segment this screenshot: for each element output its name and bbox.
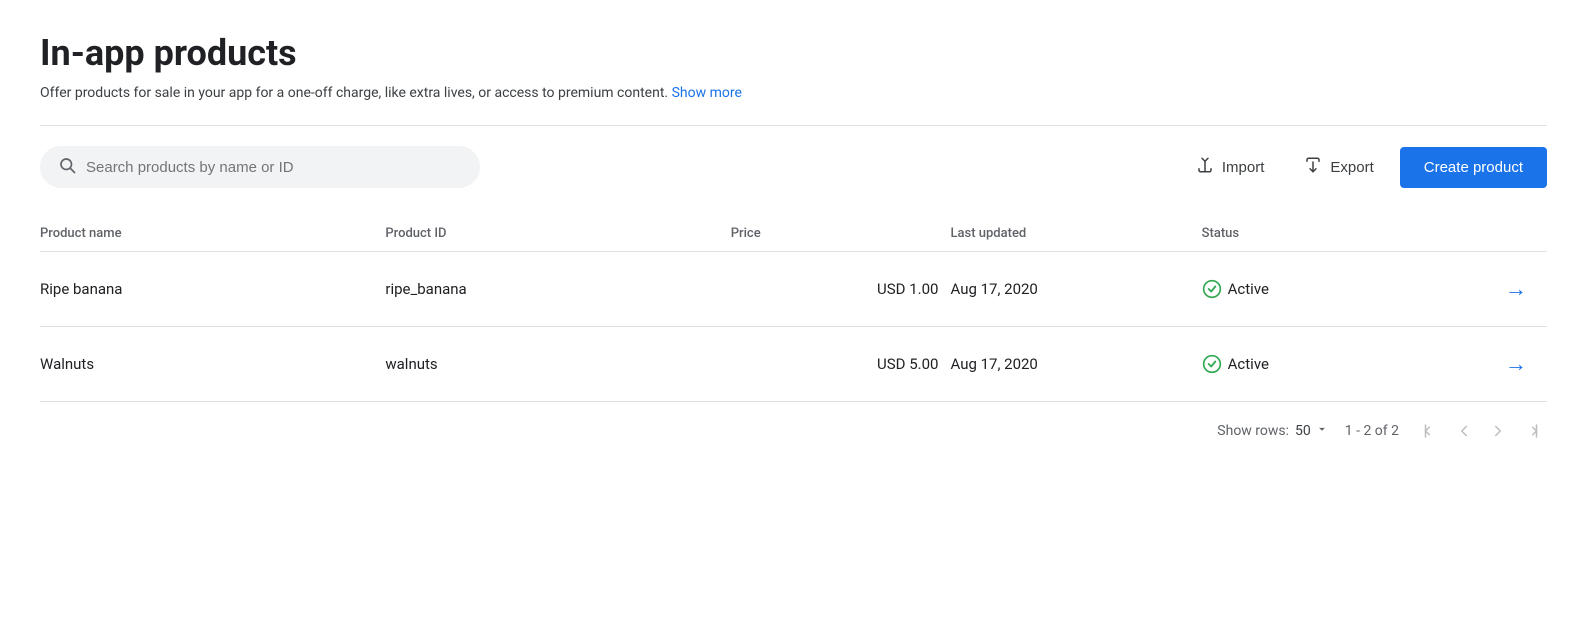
next-page-button[interactable] bbox=[1483, 418, 1513, 444]
table-footer: Show rows: 50 1 - 2 of 2 bbox=[40, 402, 1547, 452]
page-container: In-app products Offer products for sale … bbox=[0, 0, 1587, 476]
cell-name-0: Ripe banana bbox=[40, 252, 385, 327]
table-row: Ripe banana ripe_banana USD 1.00 Aug 17,… bbox=[40, 252, 1547, 327]
table-row: Walnuts walnuts USD 5.00 Aug 17, 2020 Ac… bbox=[40, 327, 1547, 402]
rows-per-page-select[interactable]: 50 bbox=[1295, 422, 1329, 440]
first-page-button[interactable] bbox=[1415, 418, 1445, 444]
dropdown-icon bbox=[1315, 422, 1329, 440]
last-page-button[interactable] bbox=[1517, 418, 1547, 444]
page-description: Offer products for sale in your app for … bbox=[40, 85, 1547, 101]
status-badge-0: Active bbox=[1202, 279, 1441, 299]
show-rows-control: Show rows: 50 bbox=[1217, 422, 1328, 440]
cell-price-0: USD 1.00 bbox=[731, 252, 951, 327]
cell-status-0: Active bbox=[1202, 252, 1453, 327]
row-arrow-button-1[interactable]: → bbox=[1497, 349, 1535, 379]
active-icon-0 bbox=[1202, 279, 1222, 299]
cell-id-0: ripe_banana bbox=[385, 252, 730, 327]
pagination-controls bbox=[1415, 418, 1547, 444]
search-icon bbox=[58, 156, 76, 178]
search-container bbox=[40, 146, 480, 188]
import-label: Import bbox=[1222, 159, 1265, 176]
cell-arrow-0[interactable]: → bbox=[1453, 252, 1547, 327]
import-button[interactable]: Import bbox=[1182, 146, 1279, 188]
col-header-updated: Last updated bbox=[950, 216, 1201, 252]
active-icon-1 bbox=[1202, 354, 1222, 374]
status-label-1: Active bbox=[1228, 355, 1269, 373]
export-icon bbox=[1304, 156, 1322, 178]
status-label-0: Active bbox=[1228, 280, 1269, 298]
col-header-id: Product ID bbox=[385, 216, 730, 252]
show-more-link[interactable]: Show more bbox=[672, 85, 742, 101]
row-arrow-button-0[interactable]: → bbox=[1497, 274, 1535, 304]
pagination-info: 1 - 2 of 2 bbox=[1345, 423, 1399, 439]
cell-updated-1: Aug 17, 2020 bbox=[950, 327, 1201, 402]
table-header-row: Product name Product ID Price Last updat… bbox=[40, 216, 1547, 252]
export-label: Export bbox=[1330, 159, 1373, 176]
show-rows-label: Show rows: bbox=[1217, 423, 1289, 439]
col-header-arrow bbox=[1453, 216, 1547, 252]
import-icon bbox=[1196, 156, 1214, 178]
col-header-price: Price bbox=[731, 216, 951, 252]
description-text: Offer products for sale in your app for … bbox=[40, 85, 668, 101]
toolbar: Import Export Create product bbox=[40, 146, 1547, 188]
search-input[interactable] bbox=[86, 159, 462, 176]
col-header-status: Status bbox=[1202, 216, 1453, 252]
export-button[interactable]: Export bbox=[1290, 146, 1387, 188]
create-product-button[interactable]: Create product bbox=[1400, 147, 1547, 188]
products-table: Product name Product ID Price Last updat… bbox=[40, 216, 1547, 402]
section-divider bbox=[40, 125, 1547, 126]
cell-name-1: Walnuts bbox=[40, 327, 385, 402]
cell-id-1: walnuts bbox=[385, 327, 730, 402]
col-header-name: Product name bbox=[40, 216, 385, 252]
cell-arrow-1[interactable]: → bbox=[1453, 327, 1547, 402]
cell-price-1: USD 5.00 bbox=[731, 327, 951, 402]
cell-status-1: Active bbox=[1202, 327, 1453, 402]
rows-value: 50 bbox=[1295, 423, 1311, 439]
cell-updated-0: Aug 17, 2020 bbox=[950, 252, 1201, 327]
status-badge-1: Active bbox=[1202, 354, 1441, 374]
page-title: In-app products bbox=[40, 32, 1547, 75]
prev-page-button[interactable] bbox=[1449, 418, 1479, 444]
